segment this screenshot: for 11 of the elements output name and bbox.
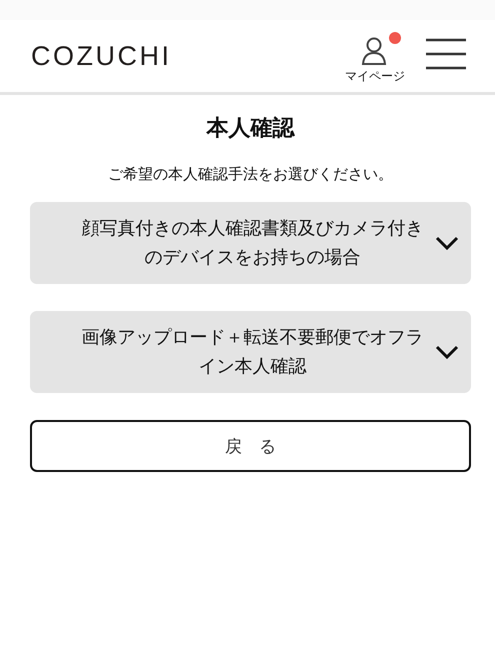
menu-icon[interactable] (425, 38, 467, 70)
accordion-header[interactable]: 顔写真付きの本人確認書類及びカメラ付きのデバイスをお持ちの場合 (30, 202, 471, 284)
chevron-down-icon (435, 236, 459, 250)
page-title: 本人確認 (205, 115, 296, 143)
logo[interactable]: COZUCHI (31, 40, 172, 72)
chevron-down-icon (435, 345, 459, 359)
my-page-link[interactable]: マイページ (345, 36, 405, 84)
person-icon (361, 36, 389, 66)
instruction-text: ご希望の本人確認手法をお選びください。 (107, 165, 394, 184)
back-button[interactable]: 戻 る (30, 420, 471, 472)
accordion-header[interactable]: 画像アップロード＋転送不要郵便でオフライン本人確認 (30, 311, 471, 393)
